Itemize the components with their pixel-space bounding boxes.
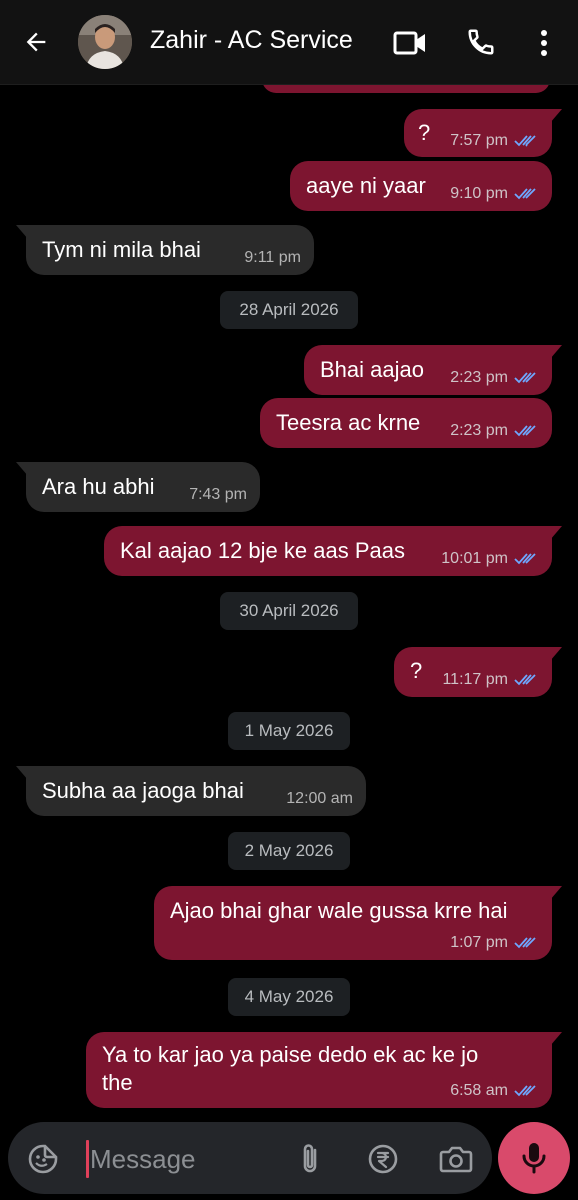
double-check-icon (514, 188, 536, 200)
message-time: 7:57 pm (450, 132, 508, 149)
message-meta: 9:11 pm (244, 249, 301, 267)
camera-button[interactable] (436, 1140, 476, 1178)
message-text: Subha aa jaoga bhai (42, 778, 244, 803)
message-time: 12:00 am (286, 790, 353, 807)
message-time: 1:07 pm (450, 934, 508, 951)
message-time: 11:17 pm (442, 671, 508, 688)
voice-message-button[interactable] (498, 1122, 570, 1194)
message-text: Ajao bhai ghar wale gussa krre hai (170, 898, 508, 923)
camera-icon (439, 1146, 473, 1173)
message-bubble-incoming[interactable]: Subha aa jaoga bhai 12:00 am (16, 766, 366, 816)
double-check-icon (514, 674, 536, 686)
message-time: 9:10 pm (450, 185, 508, 202)
message-time: 2:23 pm (450, 422, 508, 439)
contact-name[interactable]: Zahir - AC Service (150, 26, 353, 55)
message-bubble-outgoing[interactable]: ? 7:57 pm (404, 109, 562, 157)
message-text: Kal aajao 12 bje ke aas Paas (120, 538, 405, 563)
message-meta: 2:23 pm (450, 369, 540, 387)
message-meta: 10:01 pm (441, 550, 540, 568)
double-check-icon (514, 135, 536, 147)
double-check-icon (514, 1085, 536, 1097)
double-check-icon (514, 372, 536, 384)
message-composer (8, 1122, 492, 1194)
chat-header: Zahir - AC Service (0, 0, 578, 85)
message-text: Tym ni mila bhai (42, 237, 201, 262)
message-time: 10:01 pm (441, 550, 508, 567)
date-separator: 1 May 2026 (228, 712, 350, 750)
message-bubble-outgoing[interactable]: Ya to kar jao ya paise dedo ek ac ke jo … (86, 1032, 562, 1108)
message-text: Teesra ac krne (276, 410, 421, 435)
message-input[interactable] (88, 1136, 292, 1182)
message-text: Ara hu abhi (42, 474, 155, 499)
back-button[interactable] (14, 22, 58, 62)
message-meta: 6:58 am (450, 1082, 540, 1100)
message-bubble-outgoing[interactable]: Ajao bhai ghar wale gussa krre hai 1:07 … (154, 886, 562, 960)
message-bubble-outgoing[interactable]: Kal aajao 12 bje ke aas Paas 10:01 pm (104, 526, 562, 576)
message-bubble-outgoing[interactable]: Bhai aajao 2:23 pm (304, 345, 562, 395)
double-check-icon (514, 553, 536, 565)
message-meta: 9:10 pm (450, 185, 540, 203)
message-meta: 7:43 pm (189, 486, 247, 504)
voice-call-button[interactable] (460, 22, 502, 62)
message-text: ? (418, 120, 431, 145)
message-meta: 2:23 pm (450, 422, 540, 440)
message-meta: 12:00 am (286, 790, 353, 808)
double-check-icon (514, 937, 536, 949)
message-time: 6:58 am (450, 1082, 508, 1099)
arrow-left-icon (26, 32, 46, 52)
sticker-icon (28, 1144, 58, 1174)
message-time: 7:43 pm (189, 486, 247, 503)
rupee-icon (368, 1144, 398, 1174)
message-bubble-outgoing[interactable]: Teesra ac krne 2:23 pm (260, 398, 552, 448)
contact-avatar[interactable] (78, 15, 132, 69)
message-text-line-2: the (102, 1070, 133, 1095)
message-meta: 11:17 pm (442, 671, 540, 689)
message-meta: 1:07 pm (450, 934, 540, 952)
attach-button[interactable] (292, 1140, 328, 1178)
payment-button[interactable] (364, 1140, 402, 1178)
message-text: ? (410, 658, 423, 683)
message-bubble-incoming[interactable]: Ara hu abhi 7:43 pm (16, 462, 260, 512)
message-list[interactable]: ? 7:57 pm aaye ni yaar 9:10 pm Tym ni mi… (0, 85, 578, 1115)
date-separator: 30 April 2026 (220, 592, 358, 630)
message-text: Bhai aajao (320, 357, 424, 382)
message-bubble-outgoing[interactable]: aaye ni yaar 9:10 pm (290, 161, 552, 211)
message-bubble-outgoing[interactable]: ? 11:17 pm (394, 647, 562, 697)
sticker-button[interactable] (24, 1140, 62, 1178)
video-call-button[interactable] (388, 24, 432, 62)
paperclip-icon (303, 1144, 317, 1173)
message-text: aaye ni yaar (306, 173, 426, 198)
video-camera-icon (393, 31, 425, 55)
more-options-button[interactable] (528, 24, 560, 62)
message-time: 9:11 pm (244, 249, 301, 266)
double-check-icon (514, 425, 536, 437)
more-vertical-icon (541, 30, 547, 56)
message-bubble-partial[interactable] (262, 85, 550, 93)
date-separator: 28 April 2026 (220, 291, 358, 329)
message-meta: 7:57 pm (450, 132, 540, 150)
message-bubble-incoming[interactable]: Tym ni mila bhai 9:11 pm (16, 225, 314, 275)
date-separator: 2 May 2026 (228, 832, 350, 870)
microphone-icon (522, 1143, 546, 1174)
message-text-line-1: Ya to kar jao ya paise dedo ek ac ke jo (102, 1042, 479, 1067)
message-time: 2:23 pm (450, 369, 508, 386)
phone-icon (468, 29, 494, 55)
date-separator: 4 May 2026 (228, 978, 350, 1016)
